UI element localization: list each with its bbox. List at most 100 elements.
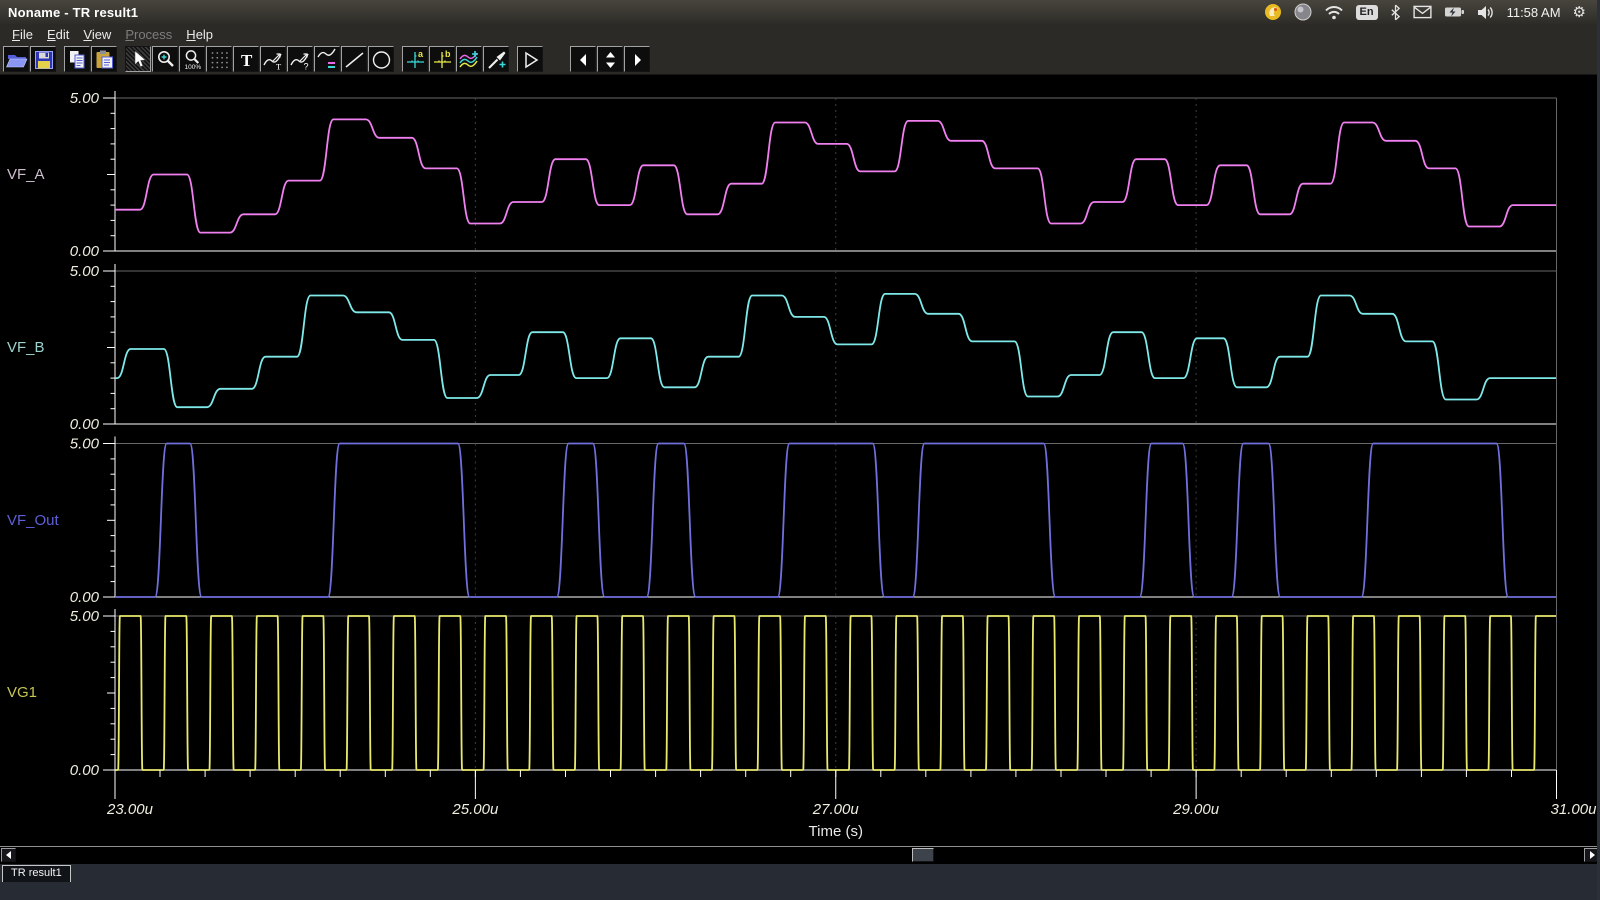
axis-a-icon: a bbox=[404, 48, 427, 71]
waveform-plot[interactable]: 5.00 0.00 5.00 0.00 5.00 0.00 5.00 0.00 23.00u 25… bbox=[0, 0, 1600, 846]
curve-legend-tool-button[interactable] bbox=[314, 46, 340, 72]
add-curve-button[interactable] bbox=[456, 46, 482, 72]
svg-text:23.00u: 23.00u bbox=[106, 801, 154, 818]
line-tool-icon bbox=[343, 48, 366, 71]
svg-text:5.00: 5.00 bbox=[70, 608, 100, 625]
grid-toggle-button[interactable] bbox=[206, 46, 232, 72]
svg-text:27.00u: 27.00u bbox=[812, 801, 860, 818]
pointer-select-button[interactable] bbox=[125, 46, 151, 72]
save-button[interactable] bbox=[30, 46, 56, 72]
left-arrow-icon bbox=[4, 850, 14, 860]
signal-label-VF_A: VF_A bbox=[7, 166, 45, 183]
app-sphere-icon[interactable] bbox=[1294, 3, 1312, 21]
svg-text:Time (s): Time (s) bbox=[809, 823, 863, 840]
text-annotation-icon: T bbox=[235, 48, 258, 71]
save-icon bbox=[32, 48, 55, 71]
scroll-updown-button[interactable] bbox=[597, 46, 623, 72]
scroll-right-button[interactable] bbox=[624, 46, 650, 72]
toolbar-separator bbox=[118, 46, 125, 72]
menu-bar: FileEditViewProcessHelp bbox=[0, 24, 1600, 44]
paste-button[interactable] bbox=[91, 46, 117, 72]
svg-text:?: ? bbox=[303, 61, 308, 71]
tray-clock[interactable]: 11:58 AM bbox=[1507, 5, 1561, 20]
scroll-updown-icon bbox=[599, 48, 622, 71]
svg-text:100%: 100% bbox=[184, 64, 201, 71]
zoom-in-icon bbox=[154, 48, 177, 71]
svg-text:5.00: 5.00 bbox=[70, 263, 100, 280]
keyboard-layout-badge[interactable]: En bbox=[1356, 5, 1378, 20]
curve-arrow-t-tool-button[interactable]: T bbox=[260, 46, 286, 72]
scroll-left-button[interactable] bbox=[570, 46, 596, 72]
svg-text:5.00: 5.00 bbox=[70, 90, 100, 107]
text-annotation-button[interactable]: T bbox=[233, 46, 259, 72]
axis-a-button[interactable]: a bbox=[402, 46, 428, 72]
power-gear-icon[interactable]: ⚙ bbox=[1573, 5, 1586, 20]
curve-arrow-t-tool-icon: T bbox=[262, 48, 285, 71]
svg-text:31.00u: 31.00u bbox=[1551, 801, 1598, 818]
zoom-in-button[interactable] bbox=[152, 46, 178, 72]
signal-label-VG1: VG1 bbox=[7, 684, 37, 701]
right-arrow-icon bbox=[1587, 850, 1597, 860]
tab-label: TR result1 bbox=[11, 867, 62, 879]
svg-text:T: T bbox=[276, 61, 282, 71]
pointer-select-icon bbox=[127, 48, 150, 71]
add-curve-icon bbox=[458, 48, 481, 71]
zoom-full-100-button[interactable]: 100% bbox=[179, 46, 205, 72]
menu-help[interactable]: Help bbox=[179, 26, 220, 43]
toolbar-separator bbox=[395, 46, 402, 72]
svg-text:b: b bbox=[445, 49, 451, 59]
menu-edit[interactable]: Edit bbox=[40, 26, 76, 43]
open-file-icon bbox=[5, 48, 28, 71]
svg-text:5.00: 5.00 bbox=[70, 436, 100, 453]
scroll-left-icon bbox=[572, 48, 595, 71]
ellipse-tool-button[interactable] bbox=[368, 46, 394, 72]
svg-text:T: T bbox=[241, 51, 253, 70]
toolbar: 100% T T? a b bbox=[0, 44, 1600, 75]
menu-process[interactable]: Process bbox=[118, 26, 179, 43]
line-tool-button[interactable] bbox=[341, 46, 367, 72]
axis-b-icon: b bbox=[431, 48, 454, 71]
horizontal-scrollbar[interactable] bbox=[0, 846, 1600, 863]
svg-text:25.00u: 25.00u bbox=[451, 801, 499, 818]
scrollbar-left-arrow[interactable] bbox=[1, 848, 16, 862]
menu-file[interactable]: File bbox=[5, 26, 40, 43]
open-file-button[interactable] bbox=[3, 46, 29, 72]
tab-tr-result1[interactable]: TR result1 bbox=[2, 865, 71, 882]
scroll-right-icon bbox=[626, 48, 649, 71]
copy-icon bbox=[66, 48, 89, 71]
zoom-full-100-icon: 100% bbox=[181, 48, 204, 71]
svg-text:0.00: 0.00 bbox=[70, 243, 100, 260]
toolbar-gap bbox=[544, 46, 570, 72]
copy-button[interactable] bbox=[64, 46, 90, 72]
battery-icon[interactable] bbox=[1444, 5, 1465, 19]
volume-icon[interactable] bbox=[1477, 5, 1495, 20]
svg-text:0.00: 0.00 bbox=[70, 762, 100, 779]
probe-tool-icon bbox=[485, 48, 508, 71]
bluetooth-icon[interactable] bbox=[1390, 4, 1401, 21]
title-bar: Noname - TR result1 En 11:58 AM ⚙ bbox=[0, 0, 1600, 24]
svg-text:29.00u: 29.00u bbox=[1172, 801, 1220, 818]
menu-view[interactable]: View bbox=[76, 26, 118, 43]
curve-arrow-q-tool-icon: ? bbox=[289, 48, 312, 71]
signal-label-VF_B: VF_B bbox=[7, 339, 45, 356]
curve-arrow-q-tool-button[interactable]: ? bbox=[287, 46, 313, 72]
wifi-icon[interactable] bbox=[1324, 5, 1344, 20]
toolbar-separator bbox=[510, 46, 517, 72]
tab-bar: TR result1 bbox=[0, 864, 1600, 900]
grid-toggle-icon bbox=[208, 48, 231, 71]
scrollbar-thumb[interactable] bbox=[912, 848, 934, 862]
run-simulation-icon bbox=[519, 48, 542, 71]
toolbar-separator bbox=[57, 46, 64, 72]
signal-label-VF_Out: VF_Out bbox=[7, 512, 59, 529]
mail-icon[interactable] bbox=[1413, 5, 1432, 19]
ellipse-tool-icon bbox=[370, 48, 393, 71]
application-window: 5.00 0.00 5.00 0.00 5.00 0.00 5.00 0.00 23.00u 25… bbox=[0, 0, 1600, 900]
run-simulation-button[interactable] bbox=[517, 46, 543, 72]
svg-text:0.00: 0.00 bbox=[70, 416, 100, 433]
window-title: Noname - TR result1 bbox=[8, 5, 138, 20]
app-yellow-icon[interactable] bbox=[1264, 3, 1282, 21]
svg-text:0.00: 0.00 bbox=[70, 589, 100, 606]
svg-text:a: a bbox=[418, 49, 424, 59]
probe-tool-button[interactable] bbox=[483, 46, 509, 72]
axis-b-button[interactable]: b bbox=[429, 46, 455, 72]
